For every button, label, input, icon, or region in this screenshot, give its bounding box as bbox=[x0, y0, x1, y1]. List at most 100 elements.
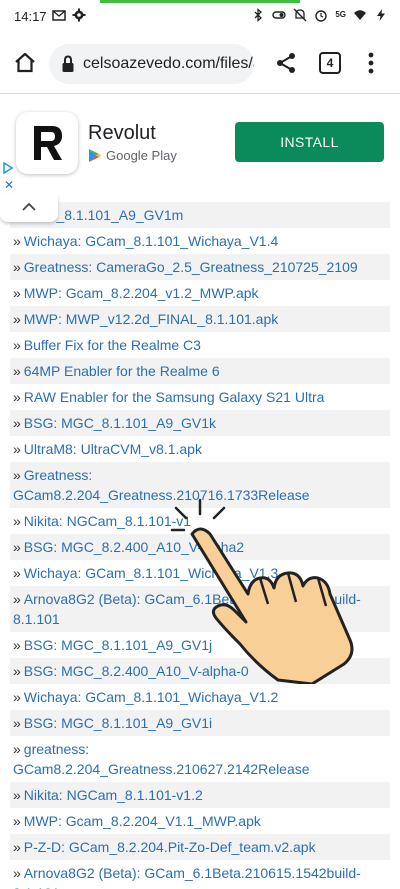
file-link-row[interactable]: » Arnova8G2 (Beta): GCam_6.1Beta.210615.1… bbox=[10, 586, 390, 632]
file-link-row[interactable]: » BSG: MGC_8.1.101_A9_GV1i bbox=[10, 710, 390, 736]
file-link[interactable]: MWP: Gcam_8.2.204_V1.1_MWP.apk bbox=[24, 813, 261, 829]
file-link[interactable]: Wichaya: GCam_8.1.101_Wichaya_V1.4 bbox=[24, 233, 278, 249]
file-link[interactable]: RAW Enabler for the Samsung Galaxy S21 U… bbox=[24, 389, 325, 405]
battery-icon bbox=[377, 9, 385, 21]
mute-icon bbox=[293, 8, 307, 22]
file-link[interactable]: BSG: MGC_8.1.101_A9_GV1i bbox=[24, 715, 212, 731]
file-link-row[interactable]: » RAW Enabler for the Samsung Galaxy S21 … bbox=[10, 384, 390, 410]
file-link-row[interactable]: » BSG: MGC_8.1.101_A9_GV1k bbox=[10, 410, 390, 436]
file-link-row[interactable]: » Greatness: GCam8.2.204_Greatness.210716… bbox=[10, 462, 390, 508]
file-link[interactable]: Arnova8G2 (Beta): GCam_6.1Beta.210615.15… bbox=[13, 865, 361, 889]
file-link-row[interactable]: » Nikita: NGCam_8.1.101-v1.2 bbox=[10, 782, 390, 808]
link-bullet: » bbox=[13, 839, 21, 855]
link-bullet: » bbox=[13, 311, 21, 327]
home-icon[interactable] bbox=[12, 50, 38, 76]
file-link[interactable]: P-Z-D: GCam_8.2.204.Pit-Zo-Def_team.v2.a… bbox=[24, 839, 316, 855]
ad-store-label: Google Play bbox=[88, 148, 177, 163]
file-link[interactable]: Nikita: NGCam_8.1.101-v1.2 bbox=[24, 787, 203, 803]
status-time: 14:17 bbox=[14, 9, 47, 24]
file-link-row[interactable]: » BSG: MGC_8.1.101_A9_GV1j bbox=[10, 632, 390, 658]
file-link[interactable]: BSG: MGC_8.2.400_A10_V-alpha-0 bbox=[24, 663, 249, 679]
link-bullet: » bbox=[13, 415, 21, 431]
gear-icon bbox=[72, 8, 86, 22]
file-link[interactable]: BSG: MGC_8.1.101_A9_GV1j bbox=[24, 637, 212, 653]
file-link-row[interactable]: » Wichaya: GCam_8.1.101_Wichaya_V1.2 bbox=[10, 684, 390, 710]
file-link[interactable]: Greatness: CameraGo_2.5_Greatness_210725… bbox=[24, 259, 358, 275]
link-bullet: » bbox=[13, 233, 21, 249]
url-text: celsoazevedo.com/files/a bbox=[83, 55, 254, 72]
revolut-logo-icon[interactable] bbox=[16, 112, 78, 174]
link-bullet: » bbox=[13, 865, 21, 881]
chevron-up-icon bbox=[22, 202, 36, 211]
file-link-row[interactable]: » Buffer Fix for the Realme C3 bbox=[10, 332, 390, 358]
file-link[interactable]: Wichaya: GCam_8.1.101_Wichaya_V1.3 bbox=[24, 565, 278, 581]
file-link-row[interactable]: » Greatness: CameraGo_2.5_Greatness_21072… bbox=[10, 254, 390, 280]
link-bullet: » bbox=[13, 539, 21, 555]
link-bullet: » bbox=[13, 689, 21, 705]
link-bullet: » bbox=[13, 637, 21, 653]
file-link-row[interactable]: » UltraM8: UltraCVM_v8.1.apk bbox=[10, 436, 390, 462]
file-link[interactable]: Buffer Fix for the Realme C3 bbox=[24, 337, 201, 353]
ad-app-name[interactable]: Revolut bbox=[88, 122, 156, 145]
ad-close-icon[interactable]: ✕ bbox=[4, 178, 14, 192]
file-link-row[interactable]: » greatness: GCam8.2.204_Greatness.210627… bbox=[10, 736, 390, 782]
file-link[interactable]: Nikita: NGCam_8.1.101-v1 bbox=[24, 513, 191, 529]
share-icon[interactable] bbox=[274, 51, 298, 75]
file-link-row[interactable]: » Wichaya: GCam_8.1.101_Wichaya_V1.4 bbox=[10, 228, 390, 254]
file-link-row[interactable]: » Arnova8G2 (Beta): GCam_6.1Beta.210615.1… bbox=[10, 860, 390, 889]
link-bullet: » bbox=[13, 591, 21, 607]
data-saver-icon bbox=[272, 11, 287, 19]
more-options-icon[interactable] bbox=[364, 51, 378, 75]
file-link-list: »MGC_8.1.101_A9_GV1m»Wichaya: GCam_8.1.1… bbox=[10, 202, 390, 889]
page-loading-bar bbox=[100, 0, 300, 3]
link-bullet: » bbox=[13, 741, 21, 757]
install-button[interactable]: INSTALL bbox=[235, 122, 384, 162]
file-link-row[interactable]: » MWP: Gcam_8.2.204_V1.1_MWP.apk bbox=[10, 808, 390, 834]
link-bullet: » bbox=[13, 441, 21, 457]
file-link-row[interactable]: » BSG: MGC_8.2.400_A10_V-alpha2 bbox=[10, 534, 390, 560]
link-bullet: » bbox=[13, 663, 21, 679]
file-link-row[interactable]: » MWP: MWP_v12.2d_FINAL_8.1.101.apk bbox=[10, 306, 390, 332]
link-bullet: » bbox=[13, 513, 21, 529]
file-link[interactable]: Greatness: GCam8.2.204_Greatness.210716.… bbox=[13, 467, 310, 503]
adchoices-icon[interactable] bbox=[2, 162, 14, 174]
file-link-row[interactable]: » Nikita: NGCam_8.1.101-v1 bbox=[10, 508, 390, 534]
file-link-row[interactable]: » MWP: Gcam_8.2.204_v1.2_MWP.apk bbox=[10, 280, 390, 306]
lock-icon bbox=[62, 55, 74, 72]
file-link[interactable]: UltraM8: UltraCVM_v8.1.apk bbox=[24, 441, 202, 457]
file-link[interactable]: Arnova8G2 (Beta): GCam_6.1Beta.210615.15… bbox=[13, 591, 361, 627]
tab-switcher-button[interactable]: 4 bbox=[319, 52, 341, 74]
file-link-row[interactable]: » Wichaya: GCam_8.1.101_Wichaya_V1.3 bbox=[10, 560, 390, 586]
bluetooth-icon bbox=[254, 8, 263, 22]
link-bullet: » bbox=[13, 285, 21, 301]
link-bullet: » bbox=[13, 467, 21, 483]
browser-toolbar: celsoazevedo.com/files/a 4 bbox=[0, 34, 400, 94]
file-link[interactable]: BSG: MGC_8.1.101_A9_GV1k bbox=[24, 415, 216, 431]
file-link[interactable]: MWP: MWP_v12.2d_FINAL_8.1.101.apk bbox=[24, 311, 278, 327]
link-bullet: » bbox=[13, 337, 21, 353]
file-link[interactable]: greatness: GCam8.2.204_Greatness.210627.… bbox=[13, 741, 310, 777]
alarm-icon bbox=[315, 10, 328, 22]
link-bullet: » bbox=[13, 389, 21, 405]
file-link-row[interactable]: » P-Z-D: GCam_8.2.204.Pit-Zo-Def_team.v2.… bbox=[10, 834, 390, 860]
file-link-row[interactable]: » BSG: MGC_8.2.400_A10_V-alpha-0 bbox=[10, 658, 390, 684]
link-bullet: » bbox=[13, 565, 21, 581]
google-play-icon bbox=[89, 149, 102, 162]
signal-5g-icon: 5G bbox=[335, 10, 346, 19]
file-link-row[interactable]: »MGC_8.1.101_A9_GV1m bbox=[10, 202, 390, 228]
file-link[interactable]: BSG: MGC_8.2.400_A10_V-alpha2 bbox=[24, 539, 244, 555]
link-bullet: » bbox=[13, 787, 21, 803]
mail-icon bbox=[52, 10, 66, 21]
link-bullet: » bbox=[13, 715, 21, 731]
file-link[interactable]: Wichaya: GCam_8.1.101_Wichaya_V1.2 bbox=[24, 689, 278, 705]
ad-banner[interactable]: Revolut Google Play INSTALL ✕ bbox=[0, 94, 400, 194]
link-bullet: » bbox=[13, 259, 21, 275]
ad-collapse-button[interactable] bbox=[0, 194, 58, 222]
link-bullet: » bbox=[13, 813, 21, 829]
file-link[interactable]: MWP: Gcam_8.2.204_v1.2_MWP.apk bbox=[24, 285, 259, 301]
file-link-row[interactable]: » 64MP Enabler for the Realme 6 bbox=[10, 358, 390, 384]
link-bullet: » bbox=[13, 363, 21, 379]
status-bar: 14:17 5G bbox=[0, 0, 400, 34]
file-link[interactable]: 64MP Enabler for the Realme 6 bbox=[24, 363, 220, 379]
address-bar[interactable]: celsoazevedo.com/files/a bbox=[49, 44, 254, 84]
